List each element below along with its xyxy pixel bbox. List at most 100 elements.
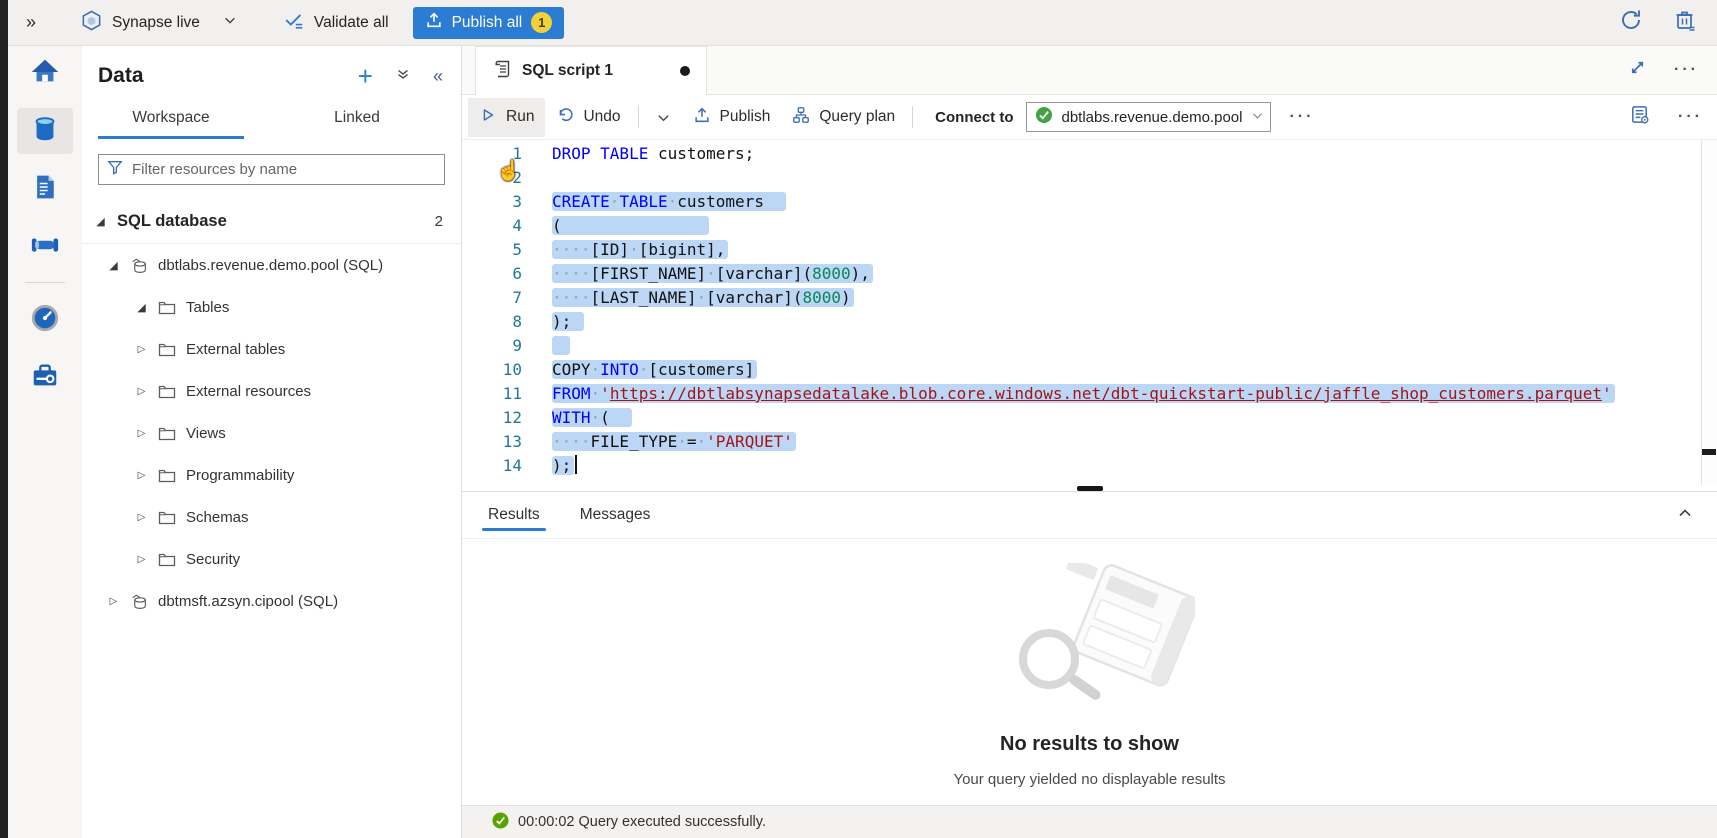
code-line-10[interactable]: 10COPY·INTO·[customers] — [462, 358, 1717, 382]
code-line-11[interactable]: 11FROM·'https://dbtlabsynapsedatalake.bl… — [462, 382, 1717, 406]
line-number: 6 — [462, 262, 538, 286]
toolbar-more-icon[interactable]: ··· — [1289, 108, 1314, 126]
tab-more-icon[interactable]: ··· — [1674, 61, 1699, 79]
rail-item-develop[interactable] — [17, 166, 73, 212]
tab-results[interactable]: Results — [486, 494, 542, 536]
rail-item-integrate[interactable] — [17, 224, 73, 270]
code-line-1[interactable]: 1DROP TABLE customers; — [462, 142, 1717, 166]
sql-code-editor[interactable]: 1DROP TABLE customers;23CREATE·TABLE·cus… — [462, 140, 1717, 485]
line-number: 7 — [462, 286, 538, 310]
code-line-2[interactable]: 2 — [462, 166, 1717, 190]
rail-divider — [25, 282, 65, 283]
rail-item-data[interactable] — [17, 108, 73, 154]
toolbar-overflow-icon[interactable]: ··· — [1678, 108, 1703, 126]
code-line-3[interactable]: 3CREATE·TABLE·customers — [462, 190, 1717, 214]
refresh-icon[interactable] — [1619, 8, 1643, 37]
tree-item-tables[interactable]: ◢Tables — [82, 286, 461, 328]
validate-all-button[interactable]: Validate all — [283, 9, 389, 36]
undo-icon — [556, 106, 574, 129]
chevron-expanded-icon[interactable]: ◢ — [135, 301, 148, 314]
properties-icon[interactable] — [1629, 104, 1650, 130]
overflow-chevrons-icon[interactable]: » — [26, 12, 36, 33]
develop-icon — [31, 173, 59, 206]
discard-icon[interactable] — [1673, 8, 1697, 37]
chevron-expanded-icon[interactable]: ◢ — [94, 215, 107, 228]
line-number: 14 — [462, 454, 538, 478]
text-cursor — [575, 455, 577, 474]
code-line-4[interactable]: 4( — [462, 214, 1717, 238]
tree-item-sql-database[interactable]: ◢SQL database2 — [82, 200, 461, 244]
chevron-collapsed-icon[interactable]: ▷ — [135, 554, 148, 565]
publish-label: Publish — [720, 108, 771, 126]
toolbar-divider — [638, 106, 639, 128]
tree-item-dbtlabs-revenue-demo-pool-sql[interactable]: ◢dbtlabs.revenue.demo.pool (SQL) — [82, 244, 461, 286]
code-line-8[interactable]: 8); — [462, 310, 1717, 334]
connect-to-dropdown[interactable]: dbtlabs.revenue.demo.pool — [1026, 102, 1272, 132]
tab-linked[interactable]: Linked — [284, 102, 430, 139]
line-number: 9 — [462, 334, 538, 358]
tree-item-label: dbtmsft.azsyn.cipool (SQL) — [158, 593, 338, 610]
code-line-5[interactable]: 5····[ID]·[bigint], — [462, 238, 1717, 262]
folder-icon — [158, 468, 176, 483]
collapse-results-icon[interactable] — [1677, 505, 1693, 526]
tree-item-dbtmsft-azsyn-cipool-sql[interactable]: ▷ dbtmsft.azsyn.cipool (SQL) — [82, 580, 461, 622]
unsaved-changes-dot — [680, 66, 690, 76]
expand-editor-icon[interactable] — [1629, 59, 1646, 81]
publish-all-button[interactable]: Publish all 1 — [413, 7, 565, 39]
expand-all-icon[interactable] — [395, 66, 411, 87]
line-content: FROM·'https://dbtlabsynapsedatalake.blob… — [538, 382, 1615, 406]
results-splitter[interactable] — [462, 485, 1717, 492]
tree-item-external-tables[interactable]: ▷ External tables — [82, 328, 461, 370]
code-lines: 1DROP TABLE customers;23CREATE·TABLE·cus… — [462, 142, 1717, 478]
line-number: 13 — [462, 430, 538, 454]
chevron-collapsed-icon[interactable]: ▷ — [135, 428, 148, 439]
rail-item-home[interactable] — [17, 50, 73, 96]
tab-workspace[interactable]: Workspace — [98, 102, 244, 139]
filter-input[interactable] — [132, 161, 436, 178]
editor-scrollbar[interactable] — [1701, 140, 1717, 485]
line-number: 5 — [462, 238, 538, 262]
query-plan-button[interactable]: Query plan — [781, 98, 906, 137]
tab-sql-script-1[interactable]: SQL script 1 — [475, 46, 707, 95]
data-icon — [30, 114, 60, 149]
undo-button[interactable]: Undo — [545, 98, 631, 137]
splitter-drag-handle[interactable] — [1077, 486, 1103, 491]
tab-messages[interactable]: Messages — [578, 494, 653, 536]
chevron-collapsed-icon[interactable]: ▷ — [135, 344, 148, 355]
chevron-collapsed-icon[interactable]: ▷ — [135, 512, 148, 523]
tree-item-schemas[interactable]: ▷Schemas — [82, 496, 461, 538]
chevron-collapsed-icon[interactable]: ▷ — [135, 470, 148, 481]
synapse-live-icon — [80, 9, 103, 37]
code-line-12[interactable]: 12WITH·( — [462, 406, 1717, 430]
tree-item-programmability[interactable]: ▷Programmability — [82, 454, 461, 496]
manage-icon — [30, 361, 60, 396]
chevron-expanded-icon[interactable]: ◢ — [107, 259, 120, 272]
database-icon — [130, 592, 148, 611]
run-play-icon — [479, 106, 497, 129]
code-line-9[interactable]: 9 — [462, 334, 1717, 358]
tree-item-label: External tables — [186, 341, 285, 358]
tree-item-security[interactable]: ▷Security — [82, 538, 461, 580]
add-icon[interactable]: + — [358, 66, 373, 86]
tree-item-views[interactable]: ▷Views — [82, 412, 461, 454]
filter-box[interactable] — [98, 154, 445, 185]
empty-results-title: No results to show — [1000, 733, 1179, 756]
code-line-7[interactable]: 7····[LAST_NAME]·[varchar](8000) — [462, 286, 1717, 310]
query-plan-label: Query plan — [819, 108, 895, 126]
chevron-collapsed-icon[interactable]: ▷ — [107, 596, 120, 607]
rail-item-manage[interactable] — [17, 355, 73, 401]
rail-item-monitor[interactable] — [17, 297, 73, 343]
scrollbar-thumb[interactable] — [1702, 449, 1716, 455]
code-line-13[interactable]: 13····FILE_TYPE·=·'PARQUET' — [462, 430, 1717, 454]
code-line-6[interactable]: 6····[FIRST_NAME]·[varchar](8000), — [462, 262, 1717, 286]
publish-button[interactable]: Publish — [682, 98, 782, 137]
code-line-14[interactable]: 14); — [462, 454, 1717, 478]
mode-switcher[interactable]: Synapse live — [80, 9, 237, 37]
chevron-collapsed-icon[interactable]: ▷ — [135, 386, 148, 397]
tree-item-external-resources[interactable]: ▷External resources — [82, 370, 461, 412]
undo-dropdown-chevron[interactable] — [645, 102, 682, 133]
top-command-bar: » Synapse live Validate all Publish all … — [8, 0, 1717, 46]
collapse-pane-icon[interactable]: « — [433, 66, 443, 87]
document-tabstrip: SQL script 1 ··· — [462, 46, 1717, 95]
run-button[interactable]: Run — [468, 98, 545, 137]
